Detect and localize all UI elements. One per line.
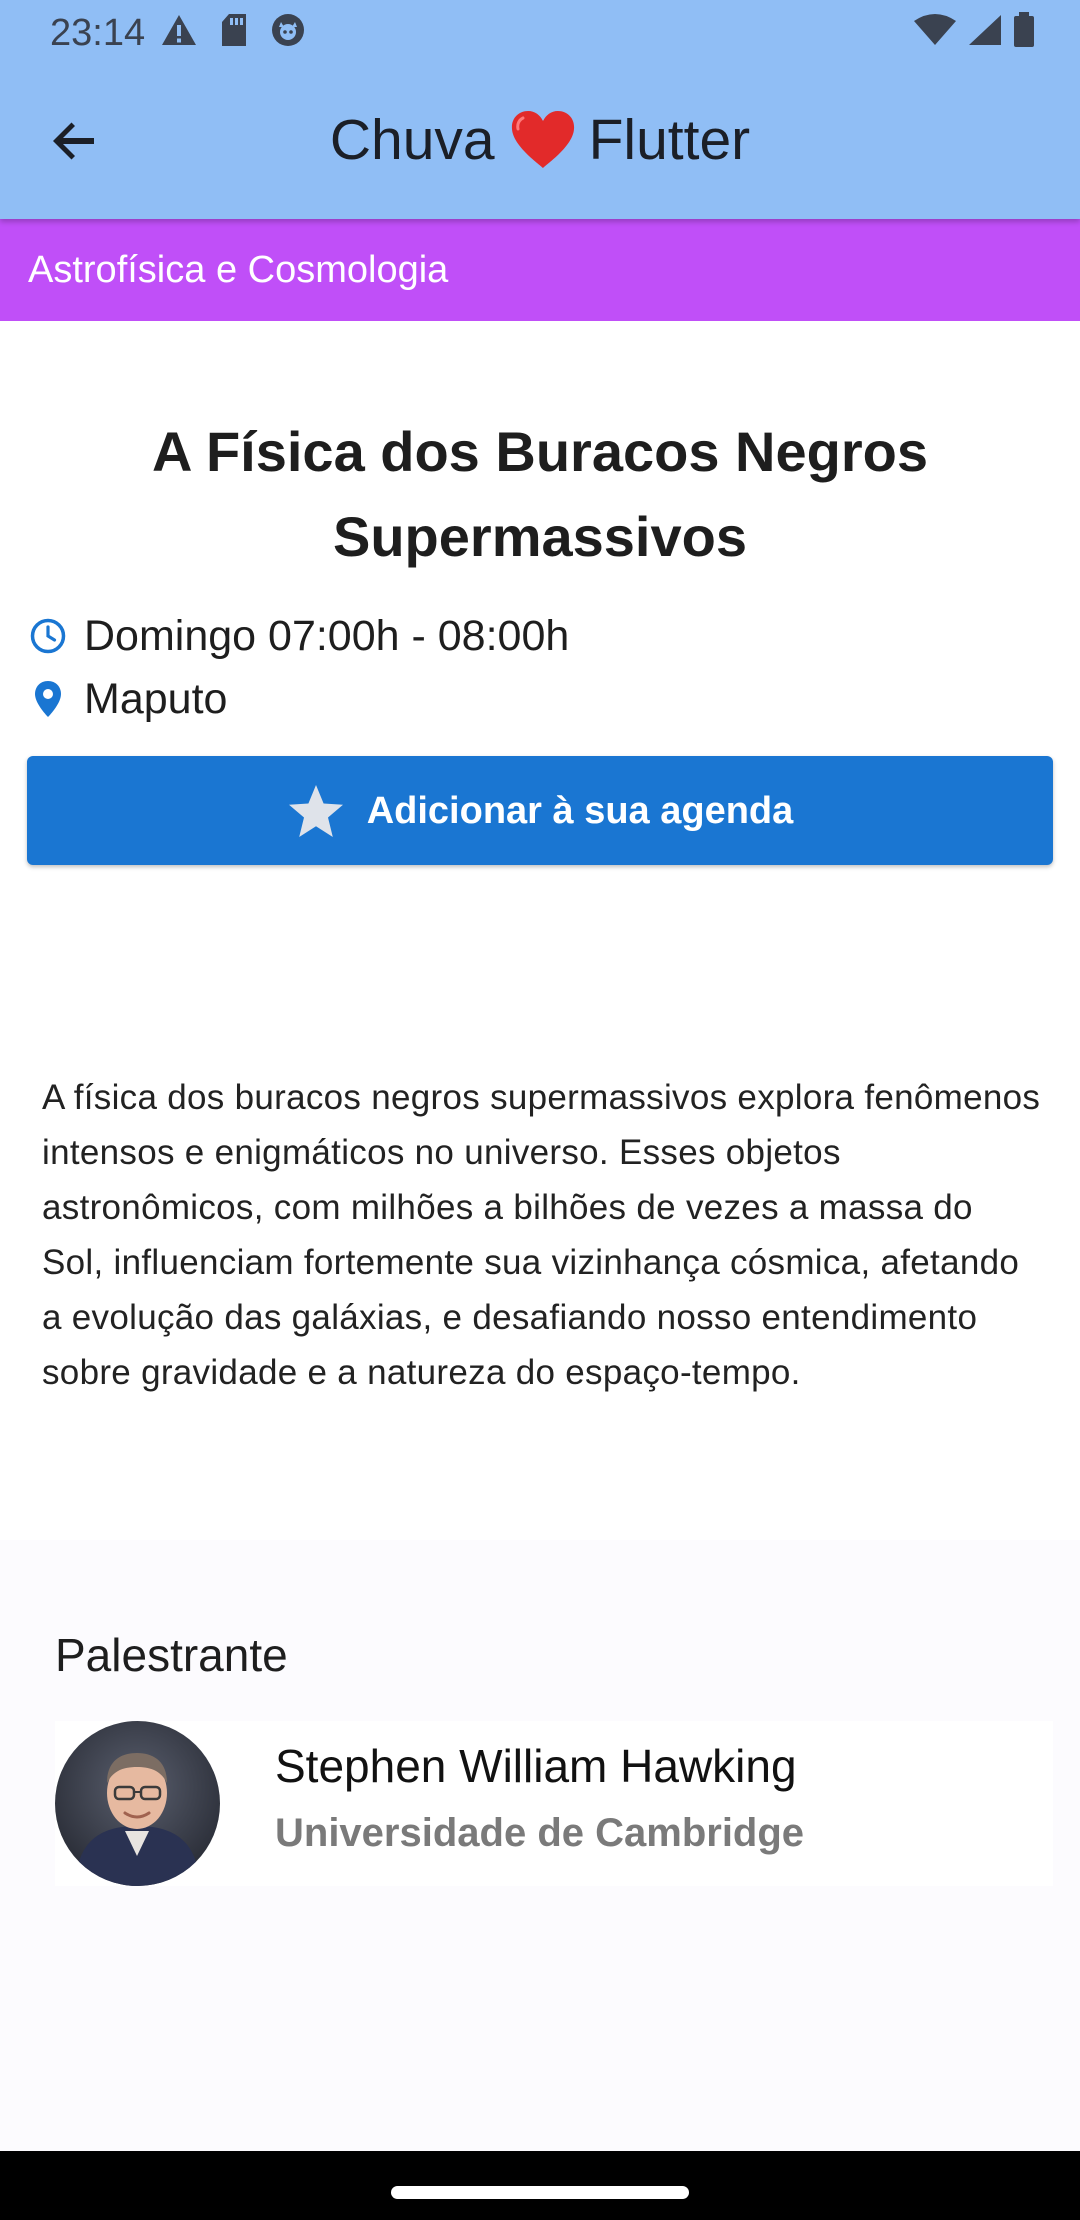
schedule-row: Domingo 07:00h - 08:00h	[28, 606, 569, 666]
heart-icon	[509, 110, 577, 170]
talk-title: A Física dos Buracos Negros Supermassivo…	[152, 420, 928, 568]
location-row: Maputo	[28, 669, 227, 729]
speaker-heading: Palestrante	[55, 1629, 288, 1681]
speaker-name: Stephen William Hawking	[275, 1740, 797, 1792]
alert-icon	[160, 13, 198, 47]
app-bar: 23:14 Chuva Flutter	[0, 0, 1080, 219]
location-pin-icon	[28, 679, 68, 719]
sd-card-icon	[220, 13, 248, 47]
speaker-card[interactable]: Stephen William Hawking Universidade de …	[55, 1721, 1053, 1886]
status-system-icons	[913, 12, 1035, 48]
talk-description: A física dos buracos negros supermassivo…	[42, 1078, 1041, 1392]
wifi-icon	[913, 13, 957, 47]
speaker-institution: Universidade de Cambridge	[275, 1811, 805, 1855]
add-to-agenda-button[interactable]: Adicionar à sua agenda	[27, 756, 1053, 865]
app-title-suffix: Flutter	[588, 108, 751, 172]
location-text: Maputo	[84, 675, 228, 723]
app-screen: 23:14 Chuva Flutter Astrofísica e Cosmol…	[0, 0, 1080, 2220]
add-to-agenda-label: Adicionar à sua agenda	[366, 789, 794, 832]
status-notification-icons	[160, 12, 306, 48]
signal-icon	[967, 13, 1003, 47]
clock-icon	[28, 616, 68, 656]
app-notification-icon	[270, 12, 306, 48]
status-time: 23:14	[50, 12, 146, 54]
home-indicator[interactable]	[391, 2186, 689, 2199]
star-icon	[287, 782, 345, 840]
app-title: Chuva Flutter	[0, 104, 1080, 176]
category-bar: Astrofísica e Cosmologia	[0, 219, 1080, 321]
speaker-avatar	[55, 1721, 220, 1886]
category-label: Astrofísica e Cosmologia	[28, 249, 449, 291]
battery-icon	[1013, 12, 1035, 48]
schedule-text: Domingo 07:00h - 08:00h	[84, 612, 570, 660]
app-title-prefix: Chuva	[329, 108, 495, 172]
